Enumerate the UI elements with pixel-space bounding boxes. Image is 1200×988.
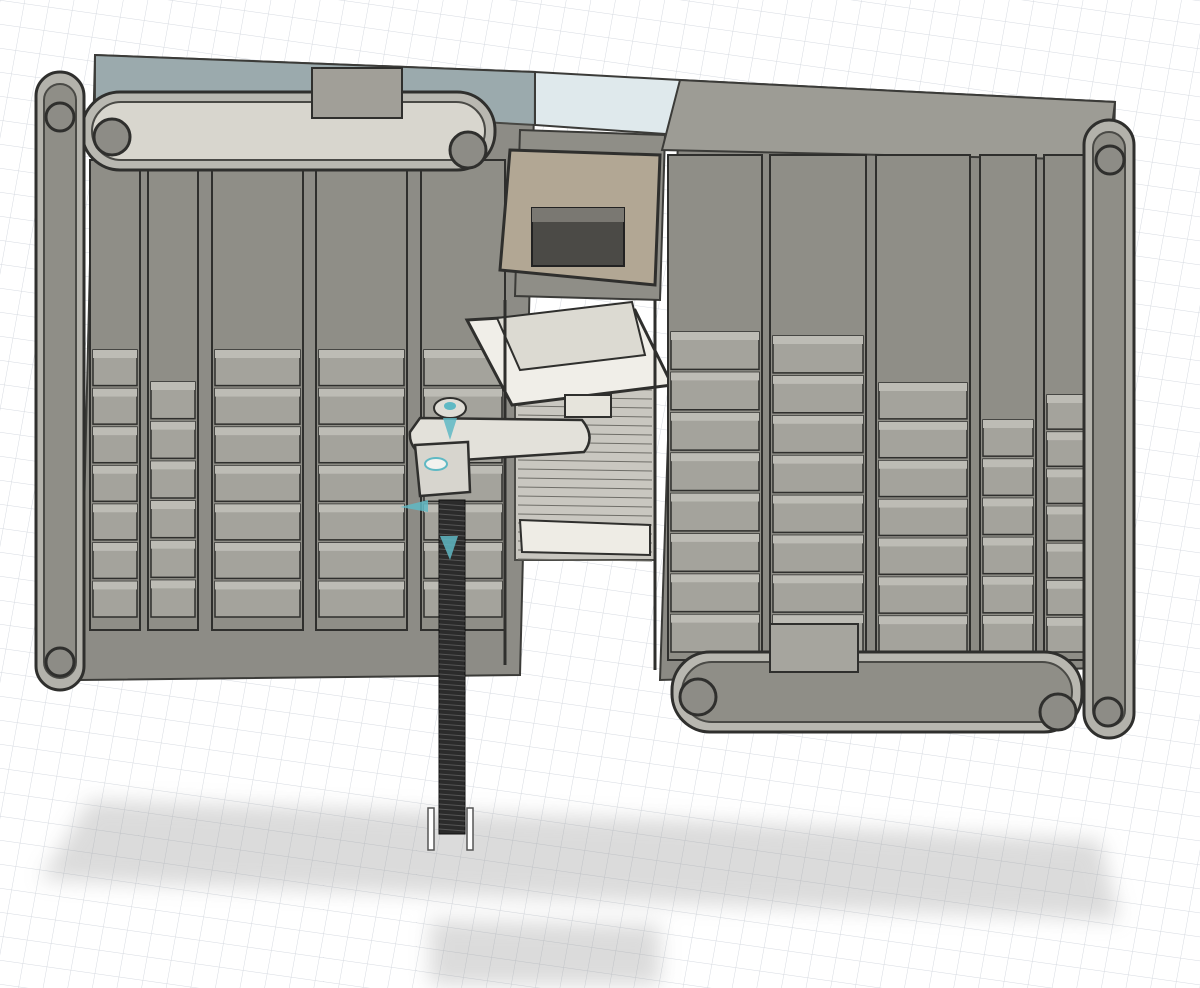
bin-drawer-lip	[773, 415, 863, 424]
bin-drawer-lip	[671, 372, 759, 381]
bin-drawer-lip	[215, 581, 300, 590]
bin-drawer-lip	[319, 581, 404, 590]
bin-drawer-lip	[93, 465, 137, 474]
cad-viewport[interactable]	[0, 0, 1200, 988]
bin-drawer-lip	[319, 427, 404, 436]
bin-drawer-lip	[1047, 543, 1085, 552]
bin-drawer-lip	[1047, 506, 1085, 515]
right-bin-columns	[667, 154, 1089, 661]
lift-tray-lower[interactable]	[518, 518, 651, 557]
bin-drawer-lip	[983, 459, 1033, 468]
bin-drawer-lip	[1047, 395, 1085, 403]
bin-drawer-lip	[671, 493, 759, 502]
bin-drawer-lip	[151, 580, 195, 589]
left-side-conveyor[interactable]	[34, 70, 86, 692]
bin-drawer-lip	[151, 461, 195, 470]
bin-drawer-lip	[671, 614, 759, 623]
bin-drawer-lip	[879, 499, 967, 508]
bin-drawer-lip	[671, 453, 759, 462]
bin-drawer-lip	[151, 382, 195, 390]
bin-drawer-lip	[424, 388, 502, 397]
bin-drawer-lip	[671, 332, 759, 340]
bin-drawer-lip	[1047, 617, 1085, 626]
bin-drawer-lip	[983, 420, 1033, 428]
bin-drawer-lip	[151, 501, 195, 509]
bin-drawer-lip	[319, 465, 404, 474]
bin-drawer-lip	[983, 615, 1033, 624]
bin-drawer-lip	[215, 542, 300, 551]
bin-drawer-lip	[879, 616, 967, 625]
bin-drawer-lip	[319, 504, 404, 513]
bin-drawer-lip	[215, 465, 300, 474]
bin-drawer-lip	[773, 575, 863, 584]
bin-drawer-lip	[773, 615, 863, 624]
bin-drawer-lip	[151, 540, 195, 549]
bin-drawer-lip	[319, 542, 404, 551]
right-cabinet[interactable]	[658, 78, 1136, 740]
bin-drawer-lip	[215, 350, 300, 358]
bin-drawer-lip	[93, 388, 137, 397]
bin-drawer-lip	[1047, 580, 1085, 589]
bin-drawer-lip	[879, 383, 967, 391]
bin-drawer-lip	[773, 455, 863, 464]
bin-drawer-lip	[773, 375, 863, 384]
screw-bracket-left	[427, 807, 435, 851]
arm-joint-mid[interactable]	[424, 457, 448, 471]
bin-drawer-lip	[983, 537, 1033, 546]
3d-scene[interactable]	[0, 0, 1200, 988]
bin-drawer-lip	[983, 576, 1033, 585]
bin-drawer-lip	[671, 533, 759, 542]
bin-drawer-lip	[93, 427, 137, 436]
bin-drawer-lip	[319, 388, 404, 397]
bin-drawer-lip	[1047, 432, 1085, 441]
bin-drawer-lip	[151, 421, 195, 430]
bin-drawer-lip	[671, 412, 759, 421]
bin-drawer-lip	[879, 577, 967, 586]
screw-bracket-right	[466, 807, 474, 851]
bin-drawer-lip	[215, 427, 300, 436]
bin-drawer-lip	[879, 460, 967, 469]
bin-drawer-lip	[319, 350, 404, 358]
bin-drawer-lip	[215, 388, 300, 397]
right-side-conveyor[interactable]	[1082, 118, 1136, 740]
bin-drawer-lip	[773, 495, 863, 504]
bin-drawer-lip	[773, 336, 863, 344]
bin-drawer-lip	[983, 498, 1033, 507]
bin-drawer-lip	[93, 581, 137, 590]
bin-drawer-lip	[93, 542, 137, 551]
bin-drawer-lip	[93, 504, 137, 513]
bin-drawer-lip	[773, 535, 863, 544]
bin-drawer-lip	[215, 504, 300, 513]
bin-drawer-lip	[671, 574, 759, 583]
bin-drawer-lip	[1047, 469, 1085, 478]
bin-drawer-lip	[93, 350, 137, 358]
bin-drawer-lip	[879, 421, 967, 430]
bin-drawer-lip	[879, 538, 967, 547]
